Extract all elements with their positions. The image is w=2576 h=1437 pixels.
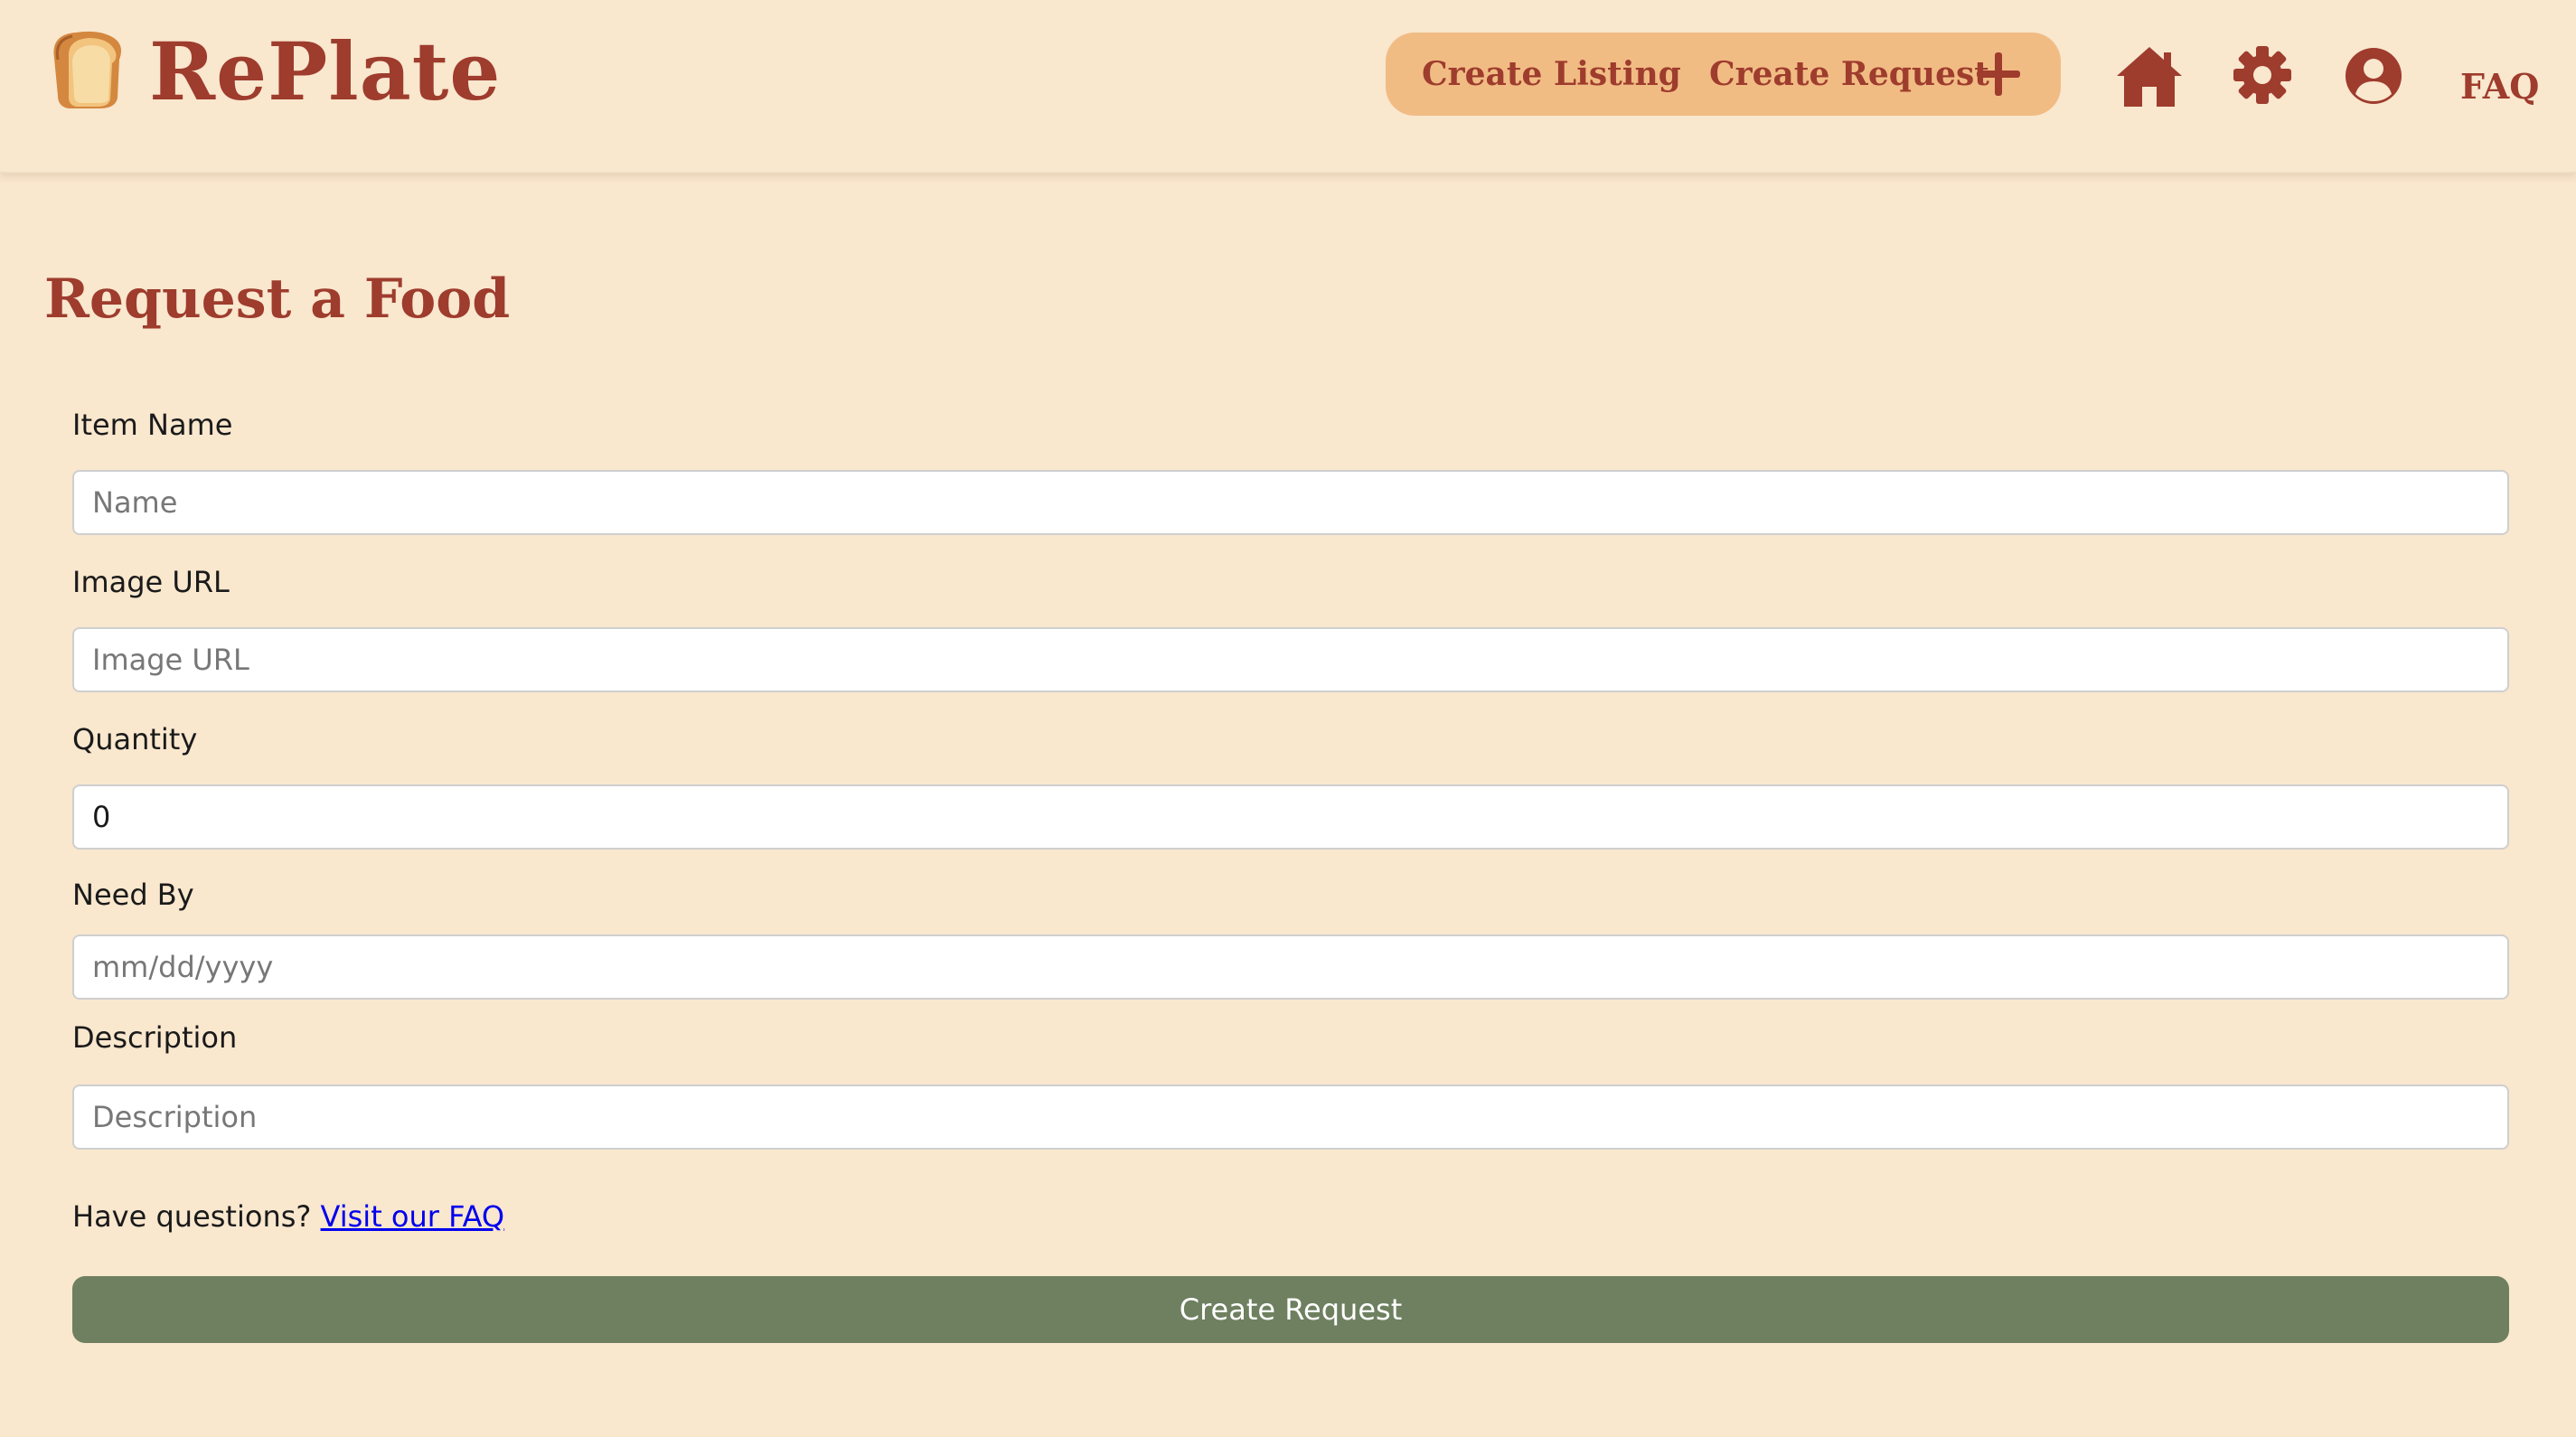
- create-request-button[interactable]: Create Request: [72, 1276, 2509, 1343]
- plus-icon[interactable]: [1973, 49, 2024, 99]
- faq-prompt-text: Have questions?: [72, 1199, 312, 1234]
- visit-faq-link[interactable]: Visit our FAQ: [321, 1199, 505, 1234]
- quantity-input[interactable]: [72, 784, 2509, 850]
- create-request-link[interactable]: Create Request: [1709, 33, 1989, 116]
- user-circle-icon[interactable]: [2345, 47, 2402, 105]
- page-title: Request a Food: [44, 268, 511, 331]
- description-label: Description: [72, 1020, 238, 1055]
- image-url-input[interactable]: [72, 627, 2509, 692]
- quantity-label: Quantity: [72, 722, 198, 756]
- description-input[interactable]: [72, 1085, 2509, 1150]
- faq-nav-link[interactable]: FAQ: [2460, 52, 2539, 121]
- item-name-label: Item Name: [72, 408, 233, 442]
- item-name-input[interactable]: [72, 470, 2509, 535]
- brand-name[interactable]: RePlate: [149, 22, 501, 121]
- bread-icon[interactable]: [45, 27, 125, 112]
- create-nav-pill: Create Listing Create Request: [1386, 33, 2061, 116]
- need-by-label: Need By: [72, 878, 194, 912]
- need-by-date-input[interactable]: [72, 935, 2509, 1000]
- home-icon[interactable]: [2115, 45, 2184, 108]
- create-listing-link[interactable]: Create Listing: [1422, 33, 1681, 116]
- top-nav-bar: RePlate Create Listing Create Request FA…: [0, 0, 2576, 174]
- image-url-label: Image URL: [72, 565, 230, 599]
- gear-icon[interactable]: [2233, 45, 2292, 105]
- faq-prompt: Have questions? Visit our FAQ: [72, 1193, 504, 1240]
